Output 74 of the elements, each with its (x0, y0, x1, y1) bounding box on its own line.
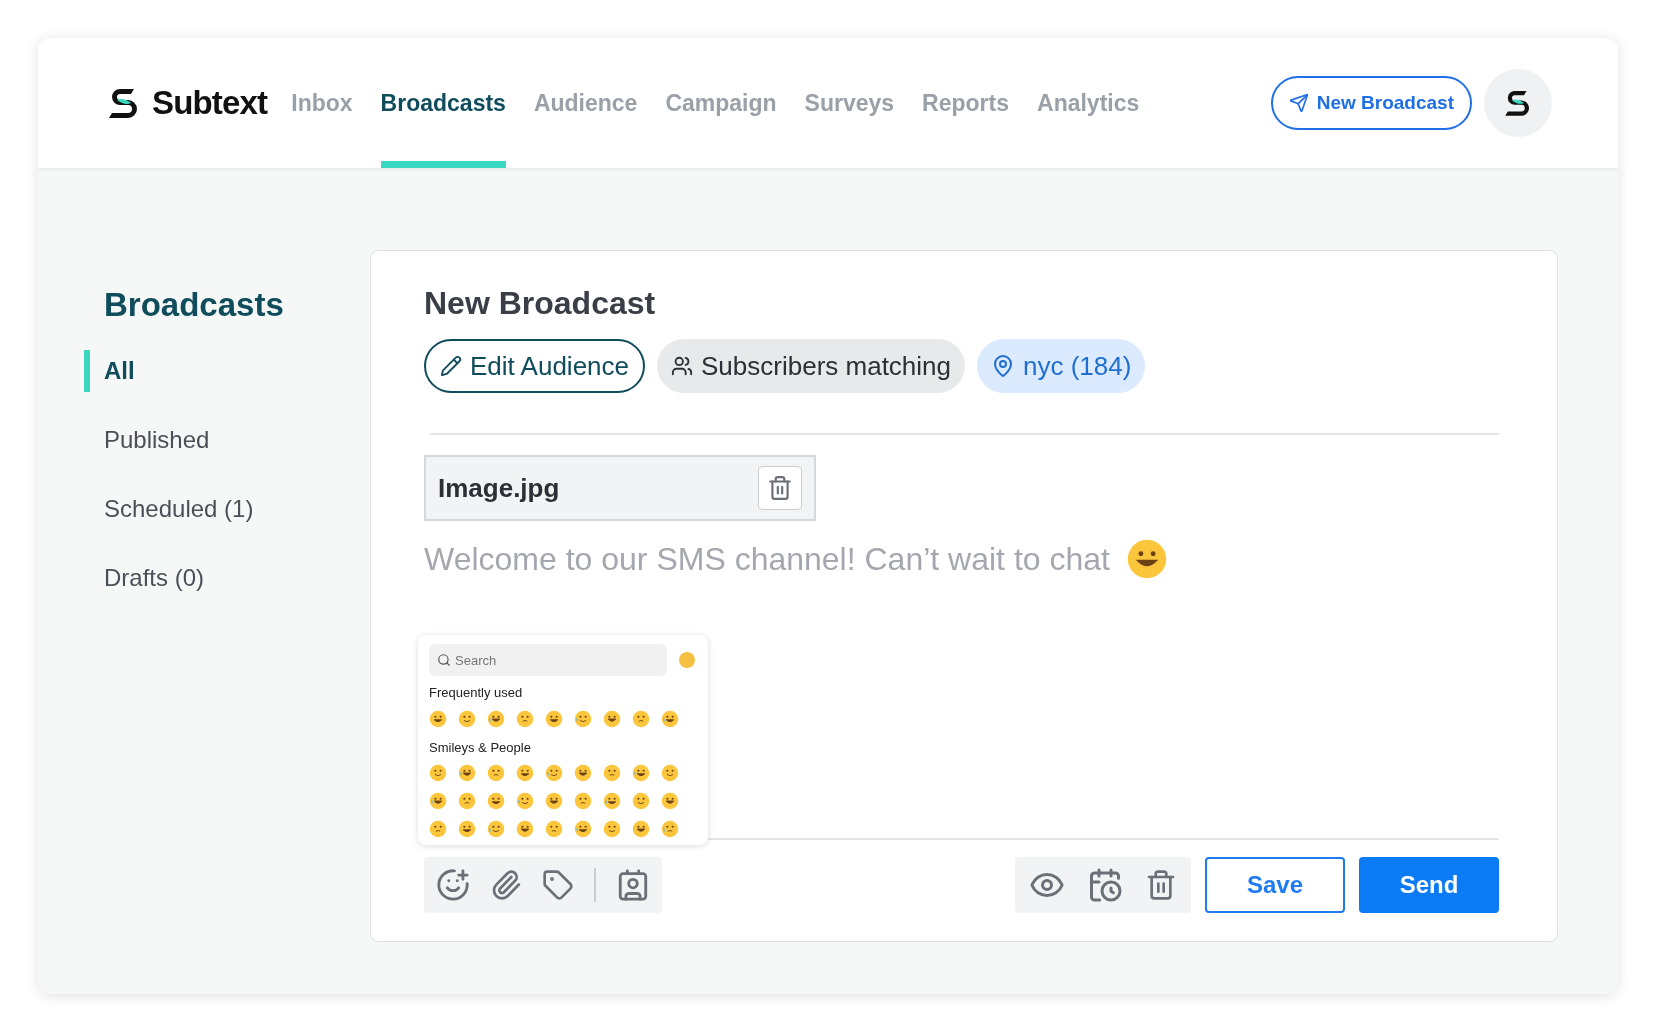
nav-tab[interactable]: Analytics (1037, 38, 1140, 168)
emoji-icon[interactable] (632, 820, 650, 838)
send-button[interactable]: Send (1359, 857, 1499, 913)
emoji-icon[interactable] (429, 820, 447, 838)
save-button[interactable]: Save (1205, 857, 1345, 913)
paperclip-icon[interactable] (490, 869, 522, 901)
emoji-icon[interactable] (574, 792, 592, 810)
emoji-icon[interactable] (545, 820, 563, 838)
trash-icon[interactable] (1145, 869, 1177, 901)
emoji-icon[interactable] (487, 820, 505, 838)
emoji-search-field[interactable]: Search (429, 644, 667, 676)
emoji-icon[interactable] (632, 792, 650, 810)
location-pin-icon (991, 354, 1015, 378)
emoji-icon[interactable] (516, 820, 534, 838)
nav-tab[interactable]: Campaign (665, 38, 777, 168)
emoji-icon[interactable] (545, 792, 563, 810)
emoji-section-title: Smileys & People (429, 738, 532, 757)
nav-tab[interactable]: Audience (533, 38, 638, 168)
tag-icon[interactable] (542, 869, 574, 901)
emoji-icon[interactable] (429, 792, 447, 810)
emoji-icon[interactable] (661, 709, 679, 728)
brand-name: Subtext (152, 83, 268, 124)
emoji-icon[interactable] (574, 764, 592, 782)
schedule-icon[interactable] (1087, 867, 1123, 903)
emoji-icon[interactable] (574, 709, 592, 728)
emoji-icon[interactable] (632, 764, 650, 782)
emoji-icon[interactable] (516, 792, 534, 810)
emoji-icon[interactable] (1125, 538, 1168, 580)
emoji-icon[interactable] (603, 792, 621, 810)
emoji-section-title: Frequently used (429, 684, 524, 702)
emoji-icon[interactable] (661, 792, 679, 810)
attachment-name: Image.jpg (438, 471, 561, 505)
emoji-icon[interactable] (458, 820, 476, 838)
emoji-icon[interactable] (487, 792, 505, 810)
emoji-icon[interactable] (603, 709, 621, 728)
delete-attachment-button[interactable] (758, 466, 802, 510)
emoji-icon[interactable] (487, 709, 505, 728)
trash-icon (767, 475, 793, 501)
emoji-icon[interactable] (603, 764, 621, 782)
emoji-icon[interactable] (458, 792, 476, 810)
emoji-icon[interactable] (458, 764, 476, 782)
emoji-icon[interactable] (545, 709, 563, 728)
emoji-icon[interactable] (429, 709, 447, 728)
people-icon (671, 355, 693, 377)
emoji-icon[interactable] (429, 764, 447, 782)
new-broadcast-button[interactable]: New Broadcast (1270, 76, 1472, 130)
composer-title: New Broadcast (424, 284, 657, 323)
nav-tab[interactable]: Reports (922, 38, 1009, 168)
emoji-icon[interactable] (632, 709, 650, 728)
edit-icon (440, 355, 462, 377)
send-icon (1288, 93, 1309, 113)
emoji-icon[interactable] (487, 764, 505, 782)
emoji-icon[interactable] (516, 709, 534, 728)
audience-chip[interactable]: Subscribers matching (657, 339, 965, 393)
nav-tab[interactable]: Broadcasts (380, 38, 506, 168)
nav-tab[interactable]: Surveys (804, 38, 895, 168)
audience-chip[interactable]: nyc (184) (977, 339, 1146, 393)
contact-card-icon[interactable] (616, 868, 650, 902)
emoji-icon[interactable] (661, 820, 679, 838)
emoji-icon[interactable] (458, 709, 476, 728)
audience-chip[interactable]: Edit Audience (424, 339, 645, 393)
sidebar-title: Broadcasts (104, 285, 285, 325)
add-emoji-icon[interactable] (436, 868, 470, 902)
emoji-icon[interactable] (661, 764, 679, 782)
emoji-icon[interactable] (545, 764, 563, 782)
emoji-icon[interactable] (516, 764, 534, 782)
sidebar-item[interactable]: Published (84, 418, 370, 461)
sidebar-item[interactable]: Drafts (0) (84, 556, 370, 599)
message-text: Welcome to our SMS channel! Can’t wait to chat (424, 540, 1110, 579)
sidebar-item[interactable]: Scheduled (1) (84, 487, 370, 530)
emoji-icon[interactable] (574, 820, 592, 838)
emoji-icon[interactable] (603, 820, 621, 838)
search-icon (437, 653, 451, 667)
nav-tab[interactable]: Inbox (291, 38, 353, 168)
